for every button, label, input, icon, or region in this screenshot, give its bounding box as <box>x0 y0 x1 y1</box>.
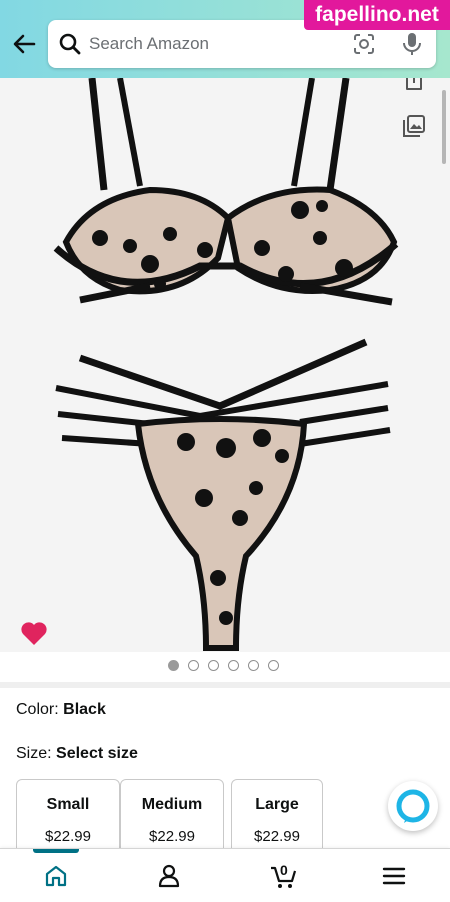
alexa-icon <box>396 789 430 823</box>
back-button[interactable] <box>10 30 38 58</box>
size-option-name: Medium <box>141 796 203 813</box>
carousel-dot[interactable] <box>268 660 279 671</box>
size-option-name: Small <box>46 796 90 813</box>
image-scrollbar[interactable] <box>442 90 446 164</box>
size-option-small[interactable]: Small $22.99 <box>16 779 120 855</box>
size-option-price: $22.99 <box>45 828 91 845</box>
size-option-price: $22.99 <box>149 828 195 845</box>
product-image <box>53 78 399 651</box>
carousel-dot[interactable] <box>208 660 219 671</box>
size-label: Size: <box>16 745 52 762</box>
product-image-carousel[interactable] <box>0 78 450 652</box>
active-tab-indicator <box>33 849 79 853</box>
nav-menu[interactable] <box>336 849 448 902</box>
home-icon <box>45 865 67 887</box>
share-icon[interactable] <box>402 78 426 92</box>
carousel-dot[interactable] <box>248 660 259 671</box>
carousel-dots <box>168 660 284 672</box>
size-option-name: Large <box>255 796 299 813</box>
alexa-button[interactable] <box>388 781 438 831</box>
carousel-dot[interactable] <box>188 660 199 671</box>
size-option-large[interactable]: Large $22.99 <box>231 779 323 855</box>
cart-count: 0 <box>280 862 288 878</box>
size-value: Select size <box>56 745 138 762</box>
search-icon <box>59 33 81 55</box>
nav-account[interactable] <box>112 849 224 902</box>
arrow-left-icon <box>13 34 36 54</box>
carousel-dot[interactable] <box>228 660 239 671</box>
watermark-text: fapellino.net <box>304 0 450 30</box>
account-icon <box>158 864 180 888</box>
color-label: Color: <box>16 701 59 718</box>
bottom-navigation: 0 <box>0 848 450 902</box>
camera-lens-icon[interactable] <box>352 32 376 56</box>
section-divider <box>0 682 450 688</box>
color-value: Black <box>63 701 106 718</box>
nav-home[interactable] <box>0 849 112 902</box>
search-input[interactable]: Search Amazon <box>89 34 209 54</box>
carousel-dot[interactable] <box>168 660 179 671</box>
nav-cart[interactable]: 0 <box>224 849 336 902</box>
size-option-medium[interactable]: Medium $22.99 <box>120 779 224 855</box>
heart-icon[interactable] <box>20 620 48 646</box>
size-option-price: $22.99 <box>254 828 300 845</box>
gallery-icon[interactable] <box>402 114 426 138</box>
menu-icon <box>382 867 406 885</box>
microphone-icon[interactable] <box>400 31 424 57</box>
color-selection: Color: Black <box>16 701 106 719</box>
size-selection: Size: Select size <box>16 745 138 763</box>
